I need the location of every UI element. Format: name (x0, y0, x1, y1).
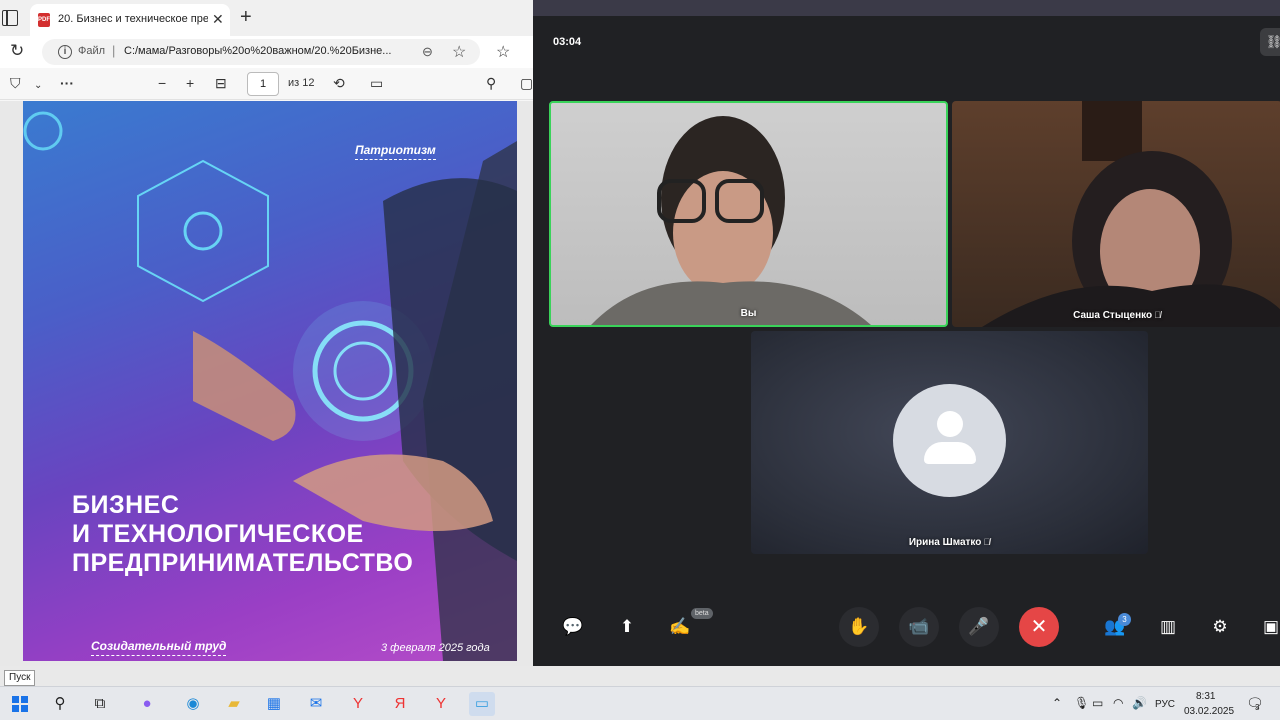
mail-icon[interactable]: ✉ (303, 692, 329, 716)
beta-badge: beta (691, 608, 713, 619)
participant-tile-sasha[interactable]: Саша Стыценко 🎙̸ (952, 101, 1280, 327)
task-view-icon[interactable]: ⧉ (87, 692, 113, 716)
notifications-count: 3 (1255, 703, 1260, 712)
zoom-out-icon[interactable]: − (158, 75, 166, 91)
avatar-body (924, 442, 976, 464)
link-icon[interactable]: ⛓ (1260, 28, 1280, 56)
pdf-icon: PDF (38, 13, 50, 27)
more-options-icon[interactable]: ··· (60, 75, 74, 91)
store-icon[interactable]: ▦ (261, 692, 287, 716)
url-separator: | (112, 43, 116, 58)
participant-tile-you[interactable]: Вы (549, 101, 948, 327)
taskbar: ⚲ ⧉ ● ◉ ▰ ▦ ✉ Y Я Y ▭ ⌃ 🎙 ▭ ◠ 🔊 РУС 8:31… (0, 686, 1280, 720)
search-icon[interactable]: ⚲ (47, 692, 73, 716)
tab-bar: PDF 20. Бизнес и техническое предпр ✕ + (0, 0, 533, 36)
zoom-icon[interactable]: ⊖ (422, 44, 433, 60)
tab-actions-icon[interactable] (2, 10, 18, 26)
yandex-icon[interactable]: Я (387, 692, 413, 716)
star-icon[interactable]: ☆ (452, 42, 466, 62)
participants-icon[interactable]: 👥 (1095, 607, 1135, 647)
address-bar: ↻ i Файл | C:/мама/Разговоры%20о%20важно… (0, 36, 533, 68)
pdf-tag-creative-work: Созидательный труд (91, 639, 227, 656)
pdf-toolbar: ⛉ ⌄ ··· − + ⊟ 1 из 12 ⟲ ▭ ⚲ ▢ (0, 68, 533, 100)
chat-icon[interactable]: 💬 (553, 607, 593, 647)
fit-width-icon[interactable]: ⊟ (215, 75, 227, 91)
highlight-icon[interactable]: ⛉ (10, 75, 21, 91)
page-total-label: из 12 (288, 77, 315, 89)
page-view-icon[interactable]: ▭ (370, 75, 383, 91)
call-timer: 03:04 (553, 36, 582, 48)
page-number-input[interactable]: 1 (247, 72, 279, 96)
mic-off-icon: 🎙̸ (983, 537, 991, 547)
pdf-viewer[interactable]: Патриотизм БИЗНЕС И ТЕХНОЛОГИЧЕСКОЕ ПРЕД… (0, 101, 533, 668)
url-field[interactable]: i Файл | C:/мама/Разговоры%20о%20важном/… (42, 39, 480, 65)
save-icon[interactable]: ▢ (520, 75, 533, 91)
clock-time[interactable]: 8:31 (1196, 691, 1215, 702)
favorites-icon[interactable]: ☆ (496, 42, 510, 62)
raise-hand-icon[interactable]: ✋ (839, 607, 879, 647)
chevron-down-icon[interactable]: ⌄ (34, 78, 42, 94)
participant-video (591, 116, 871, 325)
participant-video (982, 101, 1280, 327)
window-top-strip (533, 0, 1280, 16)
wifi-icon[interactable]: ◠ (1113, 696, 1123, 710)
pip-icon[interactable]: ▣ (1251, 607, 1280, 647)
tab-pdf-document[interactable]: PDF 20. Бизнес и техническое предпр ✕ (30, 4, 230, 36)
zoom-in-icon[interactable]: + (186, 75, 194, 91)
pdf-tag-patriotism: Патриотизм (355, 143, 436, 160)
pdf-page: Патриотизм БИЗНЕС И ТЕХНОЛОГИЧЕСКОЕ ПРЕД… (23, 101, 517, 661)
share-screen-icon[interactable]: ⬆ (607, 607, 647, 647)
url-text[interactable]: C:/мама/Разговоры%20о%20важном/20.%20Биз… (124, 45, 414, 57)
telemost-icon[interactable]: ▭ (469, 692, 495, 716)
layout-icon[interactable]: ▥ (1148, 607, 1188, 647)
pdf-title: БИЗНЕС И ТЕХНОЛОГИЧЕСКОЕ ПРЕДПРИНИМАТЕЛЬ… (72, 491, 512, 578)
info-icon[interactable]: i (58, 45, 72, 59)
participant-name: Вы (740, 308, 757, 319)
end-call-button[interactable]: ✕ (1019, 607, 1059, 647)
new-tab-button[interactable]: + (240, 7, 252, 27)
tray-expand-icon[interactable]: ⌃ (1052, 696, 1062, 710)
avatar (893, 384, 1006, 497)
file-explorer-icon[interactable]: ▰ (221, 692, 247, 716)
participant-name: Ирина Шматко 🎙̸ (908, 537, 991, 548)
participants-count-badge: 3 (1118, 613, 1131, 626)
search-icon[interactable]: ⚲ (486, 75, 496, 91)
reload-icon[interactable]: ↻ (10, 41, 24, 61)
settings-icon[interactable]: ⚙ (1200, 607, 1240, 647)
browser-window: PDF 20. Бизнес и техническое предпр ✕ + … (0, 0, 533, 668)
start-tooltip: Пуск (4, 670, 36, 686)
url-scheme-label: Файл (78, 45, 106, 57)
video-call-window: 03:04 ⛓ Вы Саша Стыценко 🎙̸ Ирина Шматко 🎙… (533, 0, 1280, 666)
language-indicator[interactable]: РУС (1155, 699, 1175, 710)
windows-start-icon[interactable] (12, 696, 28, 712)
pdf-title-line: И ТЕХНОЛОГИЧЕСКОЕ (72, 520, 364, 548)
microphone-icon[interactable]: 🎤 (959, 607, 999, 647)
volume-icon[interactable]: 🔊 (1132, 696, 1147, 710)
yandex-browser-icon[interactable]: Y (428, 692, 454, 716)
participant-tile-irina[interactable]: Ирина Шматко 🎙̸ (751, 331, 1148, 554)
close-icon[interactable]: ✕ (212, 11, 224, 28)
edge-icon[interactable]: ◉ (180, 692, 206, 716)
pdf-date: 3 февраля 2025 года (381, 642, 490, 654)
microphone-tray-icon[interactable]: 🎙 (1074, 696, 1089, 710)
participant-name: Саша Стыценко 🎙̸ (1073, 310, 1161, 321)
battery-icon[interactable]: ▭ (1092, 696, 1103, 710)
tab-title: 20. Бизнес и техническое предпр (58, 13, 208, 25)
clock-date[interactable]: 03.02.2025 (1184, 706, 1234, 717)
yandex-browser-icon[interactable]: Y (345, 692, 371, 716)
camera-icon[interactable]: 📹 (899, 607, 939, 647)
avatar-head (937, 411, 963, 437)
pdf-title-line: БИЗНЕС (72, 491, 180, 519)
alice-icon[interactable]: ● (134, 692, 160, 716)
mic-off-icon: 🎙̸ (1154, 310, 1161, 320)
desktop-strip (0, 666, 1280, 686)
rotate-icon[interactable]: ⟲ (333, 75, 345, 91)
pdf-title-line: ПРЕДПРИНИМАТЕЛЬСТВО (72, 549, 414, 577)
